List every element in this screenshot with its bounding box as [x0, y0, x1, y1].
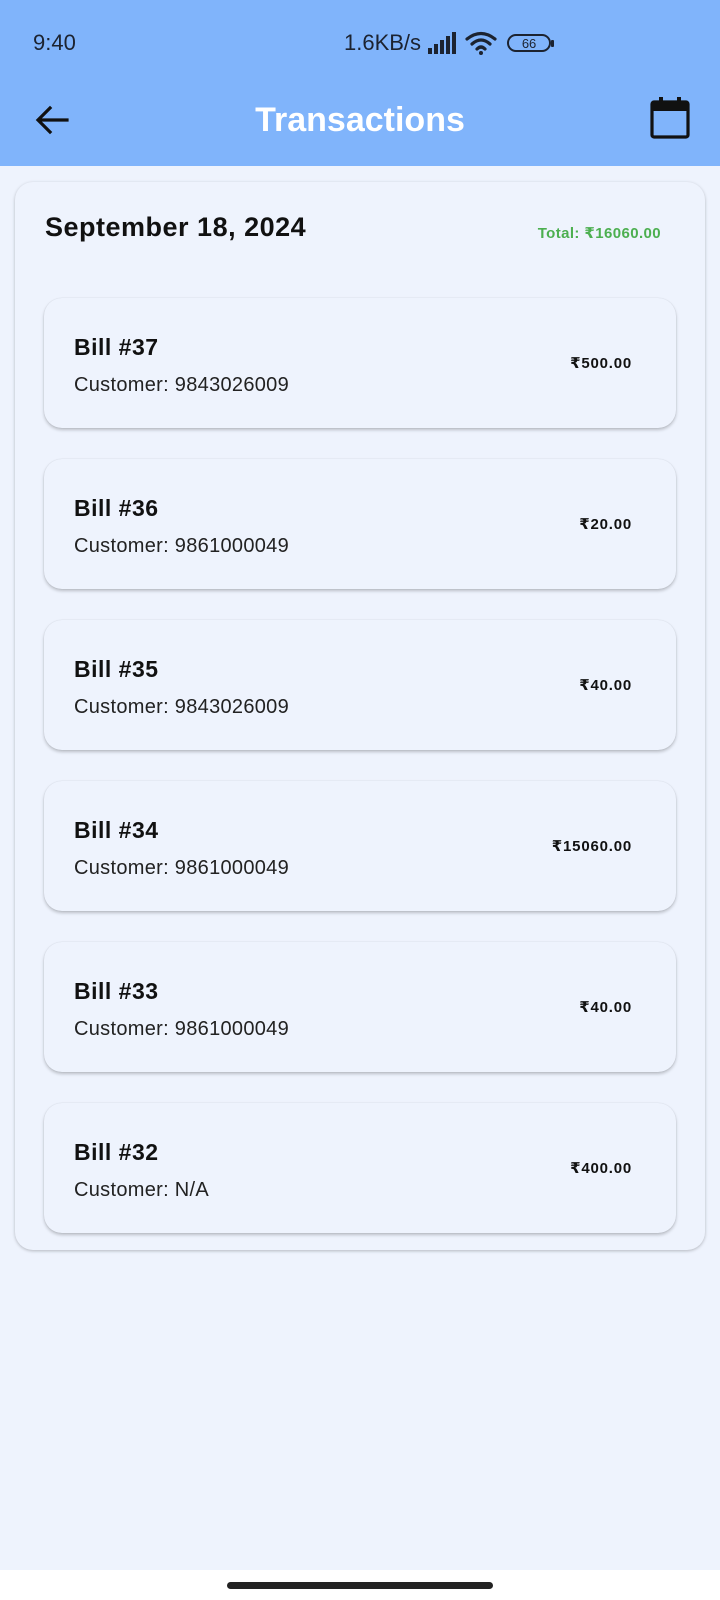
wifi-icon	[465, 31, 497, 55]
bill-customer: Customer: 9861000049	[74, 857, 290, 879]
bill-amount: ₹40.00	[579, 999, 632, 1016]
toolbar: Transactions	[0, 86, 720, 166]
bill-card[interactable]: Bill #37 Customer: 9843026009 ₹500.00	[44, 298, 676, 428]
day-transactions-card: September 18, 2024 Total: ₹16060.00 Bill…	[15, 182, 705, 1250]
bill-list: Bill #37 Customer: 9843026009 ₹500.00 Bi…	[44, 298, 676, 1264]
bill-title: Bill #34	[74, 817, 159, 843]
bill-customer: Customer: 9843026009	[74, 696, 290, 718]
bill-title: Bill #35	[74, 656, 159, 682]
bill-card[interactable]: Bill #36 Customer: 9861000049 ₹20.00	[44, 459, 676, 589]
status-bar: 9:40 1.6KB/s 66	[0, 0, 720, 86]
bill-amount: ₹15060.00	[551, 838, 632, 855]
day-total: Total: ₹16060.00	[537, 225, 661, 242]
bill-title: Bill #37	[74, 334, 159, 360]
page-title: Transactions	[255, 101, 465, 139]
calendar-button[interactable]	[642, 90, 698, 146]
bill-title: Bill #32	[74, 1139, 159, 1165]
calendar-icon	[650, 97, 690, 139]
bill-customer: Customer: 9861000049	[74, 535, 290, 557]
status-indicators: 1.6KB/s 66	[344, 28, 555, 58]
bill-card[interactable]: Bill #35 Customer: 9843026009 ₹40.00	[44, 620, 676, 750]
bill-customer: Customer: 9861000049	[74, 1018, 290, 1040]
bill-amount: ₹20.00	[579, 516, 632, 533]
bill-title: Bill #36	[74, 495, 159, 521]
date-heading: September 18, 2024	[45, 212, 307, 242]
bill-card[interactable]: Bill #33 Customer: 9861000049 ₹40.00	[44, 942, 676, 1072]
bill-card[interactable]: Bill #34 Customer: 9861000049 ₹15060.00	[44, 781, 676, 911]
bill-customer: Customer: 9843026009	[74, 374, 290, 396]
signal-icon	[428, 32, 457, 54]
bill-customer: Customer: N/A	[74, 1179, 210, 1201]
home-indicator[interactable]	[227, 1582, 493, 1589]
bill-amount: ₹500.00	[570, 355, 632, 372]
network-speed: 1.6KB/s	[344, 30, 422, 55]
bill-amount: ₹400.00	[570, 1160, 632, 1177]
status-time: 9:40	[33, 30, 76, 55]
battery-icon: 66	[507, 34, 555, 52]
bill-amount: ₹40.00	[579, 677, 632, 694]
battery-level: 66	[521, 35, 537, 51]
bill-card[interactable]: Bill #32 Customer: N/A ₹400.00	[44, 1103, 676, 1233]
bill-title: Bill #33	[74, 978, 159, 1004]
app-bar: 9:40 1.6KB/s 66 Transactions	[0, 0, 720, 166]
